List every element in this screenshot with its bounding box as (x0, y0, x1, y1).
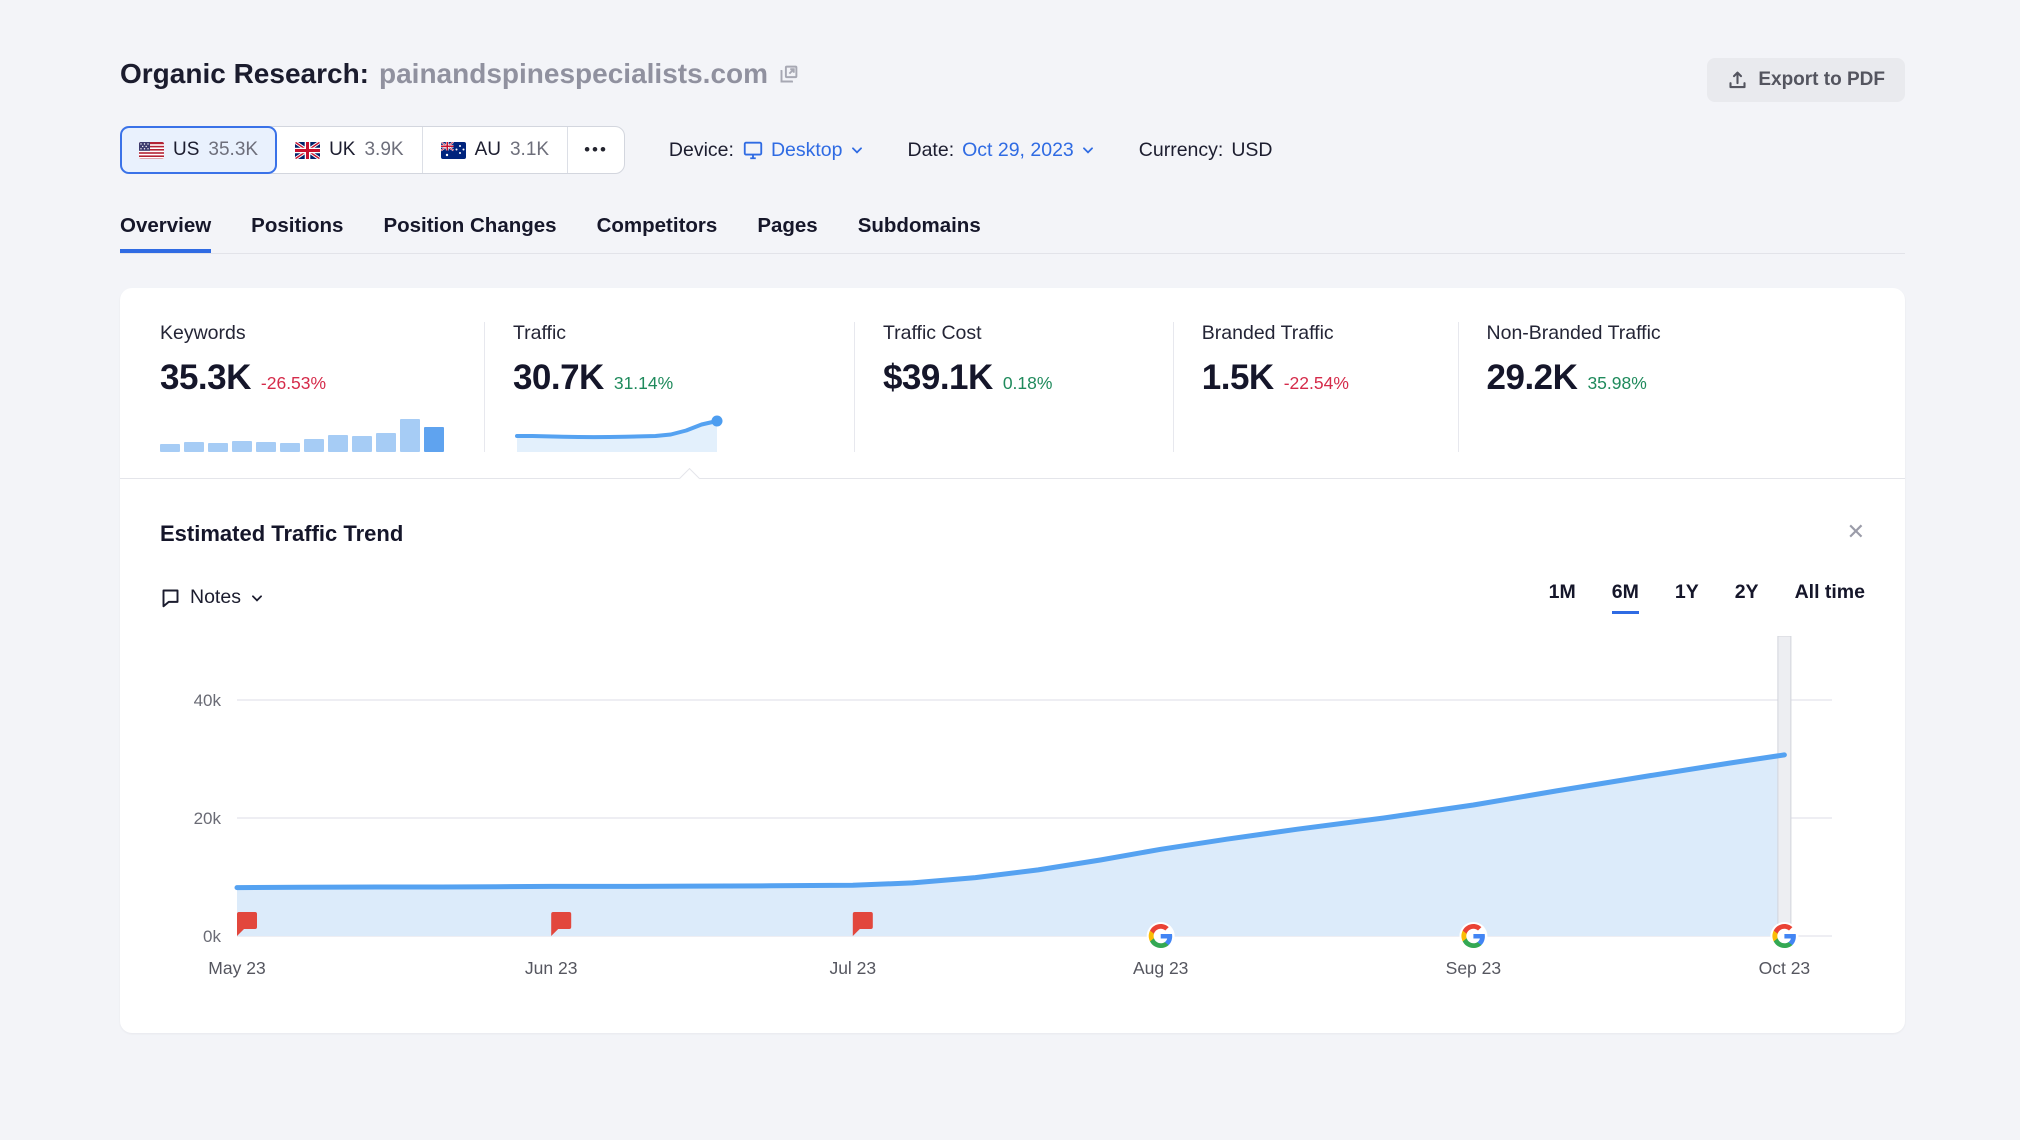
svg-text:Aug 23: Aug 23 (1133, 958, 1188, 978)
filters-row: US 35.3K UK 3.9K AU 3.1K ••• Device: Des… (120, 126, 1905, 174)
note-flag-icon (160, 587, 181, 608)
device-filter: Device: Desktop (669, 139, 864, 162)
chevron-down-icon (250, 591, 264, 605)
header: Organic Research: painandspinespecialist… (120, 58, 1905, 102)
range-1m[interactable]: 1M (1549, 581, 1576, 611)
svg-text:Jul 23: Jul 23 (829, 958, 876, 978)
metric-change: 31.14% (614, 373, 673, 394)
country-traffic-value: 35.3K (208, 139, 258, 161)
device-label: Device: (669, 139, 734, 162)
svg-text:Jun 23: Jun 23 (525, 958, 578, 978)
metric-change: -22.54% (1284, 373, 1349, 394)
estimated-traffic-trend-section: Estimated Traffic Trend ✕ Notes 1M 6M 1Y… (120, 521, 1905, 993)
time-range-selector: 1M 6M 1Y 2Y All time (1549, 581, 1865, 614)
metric-label: Traffic (513, 322, 854, 345)
domain-name: painandspinespecialists.com (379, 58, 768, 90)
metric-value: 30.7K (513, 358, 604, 398)
tab-competitors[interactable]: Competitors (597, 214, 718, 253)
notes-label: Notes (190, 586, 241, 609)
au-flag-icon (441, 142, 466, 159)
report-tabs: Overview Positions Position Changes Comp… (120, 214, 1905, 254)
keywords-mini-bar-chart (160, 416, 444, 452)
metric-label: Traffic Cost (883, 322, 1173, 345)
currency-display: Currency: USD (1139, 139, 1273, 162)
svg-text:Sep 23: Sep 23 (1446, 958, 1501, 978)
svg-text:Oct 23: Oct 23 (1759, 958, 1811, 978)
metric-value: 29.2K (1487, 358, 1578, 398)
metric-card-branded-traffic[interactable]: Branded Traffic 1.5K -22.54% (1173, 322, 1458, 452)
metric-value: $39.1K (883, 358, 993, 398)
country-traffic-value: 3.1K (510, 139, 549, 161)
metric-value: 35.3K (160, 358, 251, 398)
metrics-row: Keywords 35.3K -26.53% Traffic 30.7K 31.… (120, 288, 1905, 476)
metric-label: Branded Traffic (1202, 322, 1458, 345)
tab-pages[interactable]: Pages (757, 214, 817, 253)
page-title: Organic Research: painandspinespecialist… (120, 58, 799, 90)
metric-label: Non-Branded Traffic (1487, 322, 1865, 345)
date-select[interactable]: Oct 29, 2023 (962, 139, 1095, 162)
export-to-pdf-button[interactable]: Export to PDF (1707, 58, 1905, 102)
traffic-trend-chart: 0k 20k 40k May 23 Jun 23 Jul 23 Aug 23 Sep 23 Oc… (160, 636, 1865, 988)
country-traffic-value: 3.9K (364, 139, 403, 161)
metric-label: Keywords (160, 322, 484, 345)
tab-subdomains[interactable]: Subdomains (858, 214, 981, 253)
metric-change: 35.98% (1587, 373, 1646, 394)
country-tab-au[interactable]: AU 3.1K (423, 127, 569, 173)
overview-panel: Keywords 35.3K -26.53% Traffic 30.7K 31.… (120, 288, 1905, 1033)
range-2y[interactable]: 2Y (1735, 581, 1759, 611)
tab-position-changes[interactable]: Position Changes (383, 214, 556, 253)
organic-research-page: Organic Research: painandspinespecialist… (0, 0, 2020, 1140)
range-all-time[interactable]: All time (1795, 581, 1865, 611)
upload-icon (1727, 70, 1748, 91)
metric-change: 0.18% (1003, 373, 1053, 394)
external-link-icon[interactable] (778, 64, 799, 85)
metric-card-traffic[interactable]: Traffic 30.7K 31.14% (484, 322, 854, 452)
trend-title: Estimated Traffic Trend (160, 521, 403, 547)
device-select[interactable]: Desktop (742, 139, 864, 162)
metric-card-non-branded-traffic[interactable]: Non-Branded Traffic 29.2K 35.98% (1458, 322, 1865, 452)
country-code: AU (475, 139, 501, 161)
currency-label: Currency: (1139, 139, 1224, 162)
svg-text:40k: 40k (194, 691, 222, 710)
metric-change: -26.53% (261, 373, 326, 394)
traffic-mini-line-chart (513, 412, 728, 452)
country-tab-uk[interactable]: UK 3.9K (277, 127, 423, 173)
metric-value: 1.5K (1202, 358, 1274, 398)
country-selector: US 35.3K UK 3.9K AU 3.1K ••• (120, 126, 625, 174)
svg-text:20k: 20k (194, 809, 222, 828)
us-flag-icon (139, 142, 164, 159)
date-filter: Date: Oct 29, 2023 (908, 139, 1095, 162)
metric-card-traffic-cost[interactable]: Traffic Cost $39.1K 0.18% (854, 322, 1173, 452)
report-title: Organic Research: (120, 58, 369, 90)
country-code: US (173, 139, 199, 161)
chevron-down-icon (1081, 143, 1095, 157)
device-value: Desktop (771, 139, 843, 162)
tab-positions[interactable]: Positions (251, 214, 343, 253)
metrics-trend-divider (120, 478, 1905, 479)
date-label: Date: (908, 139, 955, 162)
desktop-icon (742, 139, 764, 161)
country-tab-us[interactable]: US 35.3K (120, 126, 277, 174)
country-code: UK (329, 139, 355, 161)
tab-overview[interactable]: Overview (120, 214, 211, 253)
range-1y[interactable]: 1Y (1675, 581, 1699, 611)
range-6m[interactable]: 6M (1612, 581, 1639, 614)
date-value: Oct 29, 2023 (962, 139, 1074, 162)
uk-flag-icon (295, 142, 320, 159)
metric-card-keywords[interactable]: Keywords 35.3K -26.53% (160, 322, 484, 452)
notes-dropdown[interactable]: Notes (160, 586, 264, 609)
svg-text:0k: 0k (203, 927, 221, 946)
currency-value: USD (1231, 139, 1272, 162)
chevron-down-icon (850, 143, 864, 157)
close-icon[interactable]: ✕ (1847, 521, 1865, 543)
export-button-label: Export to PDF (1758, 69, 1885, 91)
more-countries-button[interactable]: ••• (568, 127, 624, 173)
svg-text:May 23: May 23 (208, 958, 265, 978)
